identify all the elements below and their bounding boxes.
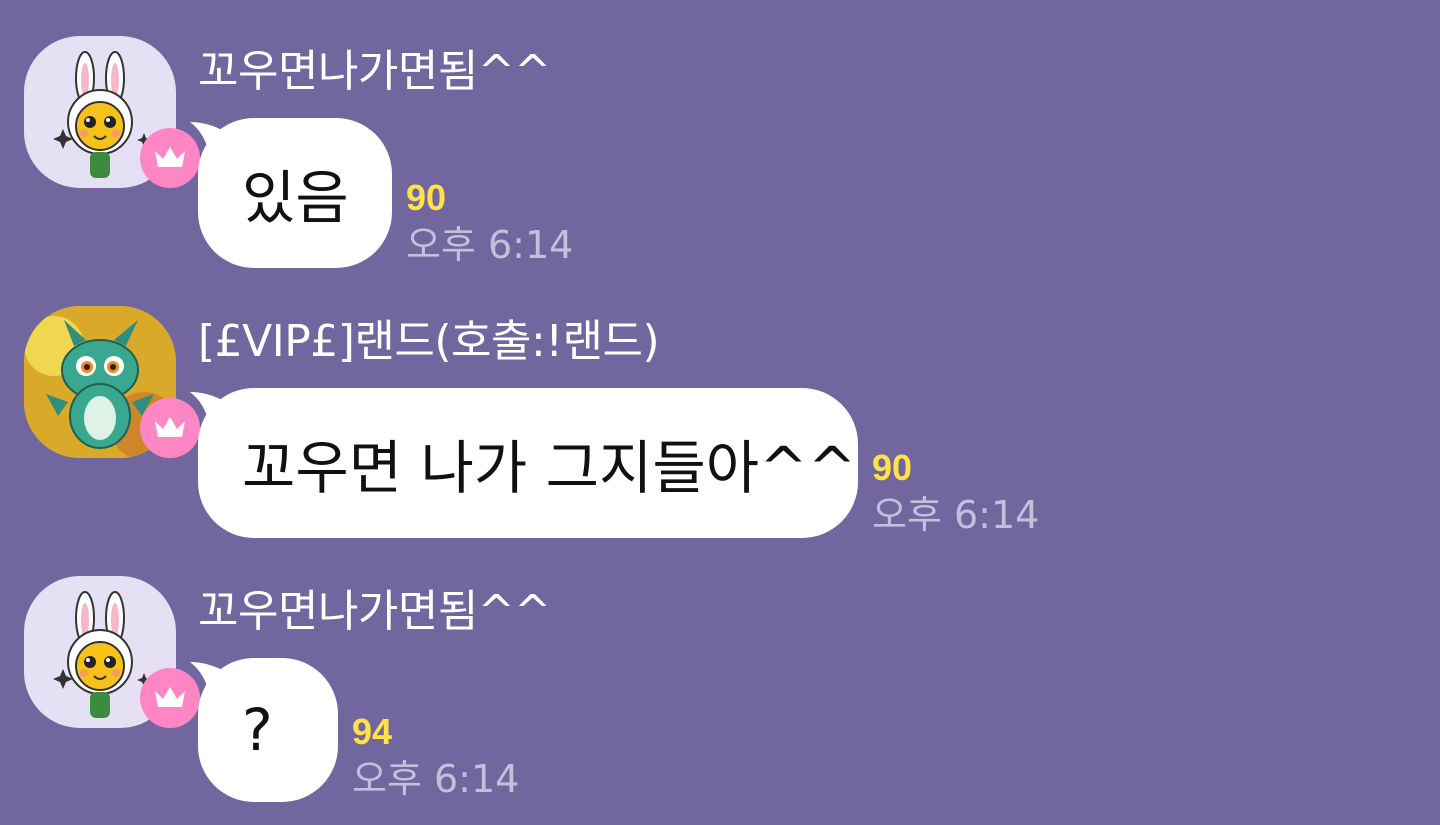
profile-avatar[interactable]	[24, 306, 200, 458]
sender-name[interactable]: 꼬우면나가면됨^^	[198, 584, 551, 640]
message-text: 있음	[242, 164, 349, 232]
message-time: 오후 6:14	[352, 757, 520, 801]
unread-count: 90	[872, 447, 913, 488]
message-bubble[interactable]: ?	[198, 658, 338, 802]
chat-log[interactable]: 꼬우면나가면됨^^ 있음 90 오후 6:14 [£VIP£]랜드(호출:!랜드…	[0, 0, 1440, 825]
unread-count: 94	[352, 711, 393, 752]
message-text: ?	[242, 696, 273, 764]
message-meta: 90 오후 6:14	[406, 176, 573, 270]
message-meta: 90 오후 6:14	[872, 446, 1039, 540]
unread-count: 90	[406, 177, 447, 218]
message-text: 꼬우면 나가 그지들아^^	[242, 434, 857, 502]
message-time: 오후 6:14	[872, 493, 1040, 537]
message-bubble[interactable]: 있음	[198, 118, 392, 268]
message-time: 오후 6:14	[406, 223, 574, 267]
message-bubble[interactable]: 꼬우면 나가 그지들아^^	[198, 388, 858, 538]
sender-name[interactable]: 꼬우면나가면됨^^	[198, 44, 551, 100]
profile-avatar[interactable]	[24, 36, 200, 188]
profile-avatar[interactable]	[24, 576, 200, 728]
message-meta: 94 오후 6:14	[352, 710, 519, 804]
sender-name[interactable]: [£VIP£]랜드(호출:!랜드)	[198, 314, 660, 370]
